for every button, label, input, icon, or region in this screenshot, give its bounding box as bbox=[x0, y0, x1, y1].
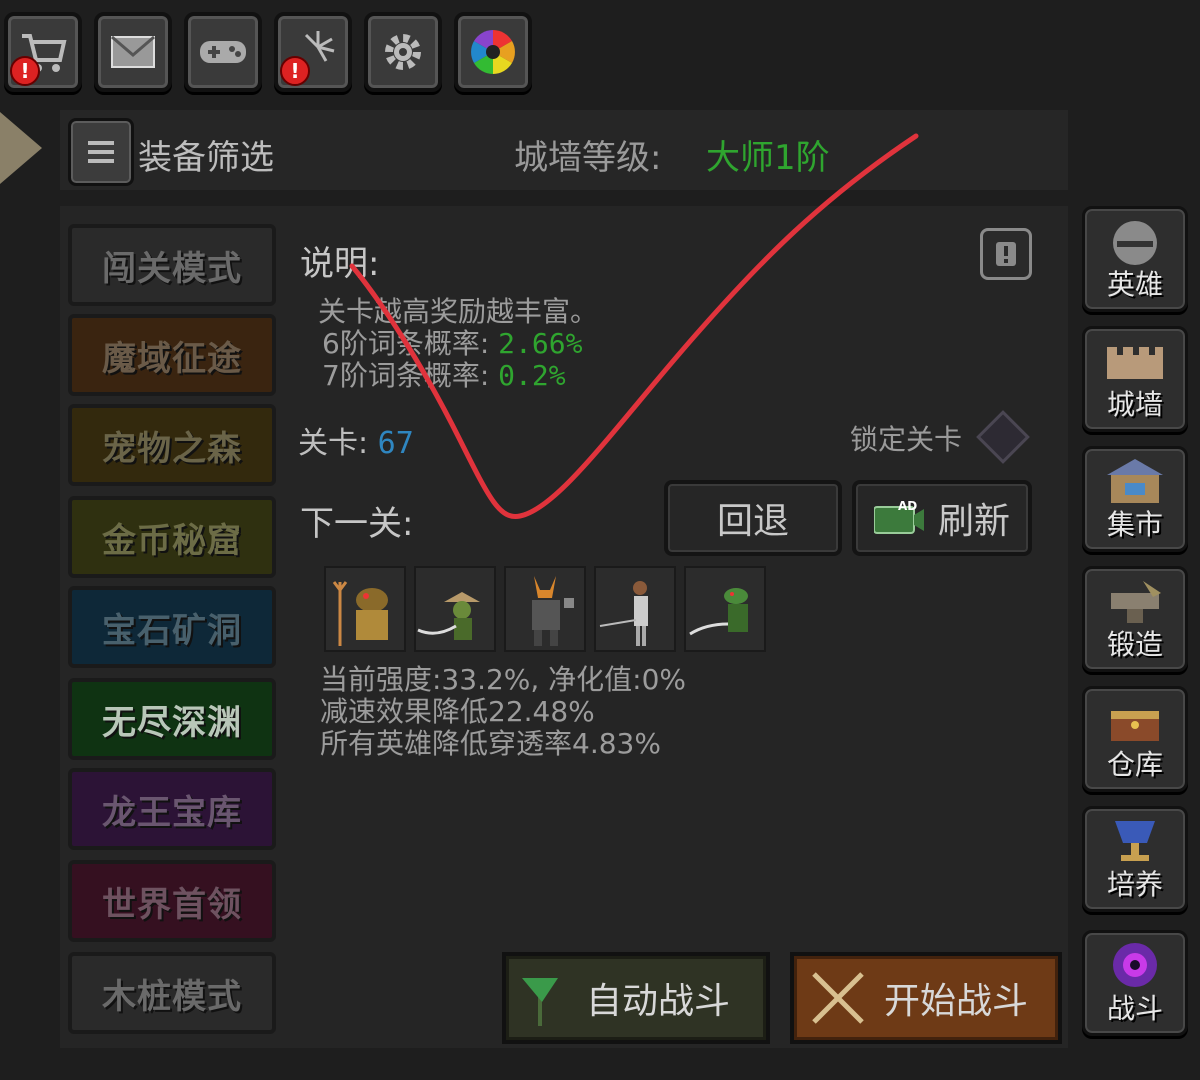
settings-button[interactable] bbox=[364, 12, 442, 92]
level-row: 关卡: 67 bbox=[298, 418, 414, 462]
side-menu-1[interactable]: 英雄 bbox=[1082, 206, 1188, 312]
menu-icon bbox=[88, 141, 114, 163]
description-line-1: 关卡越高奖励越丰富。 bbox=[318, 295, 599, 328]
enemy-portrait-1 bbox=[324, 566, 406, 652]
side-menu-label: 锻造 bbox=[1106, 628, 1163, 661]
mode-button-8[interactable]: 世界首领 bbox=[68, 860, 276, 942]
enemy-portrait-4 bbox=[594, 566, 676, 652]
back-button[interactable]: 回退 bbox=[664, 480, 842, 556]
mode-button-7[interactable]: 龙王宝库 bbox=[68, 768, 276, 850]
frog-warrior-icon bbox=[332, 581, 388, 646]
ad-tag: AD bbox=[897, 499, 918, 513]
mode-button-6[interactable]: 无尽深渊 bbox=[68, 678, 276, 760]
alert-badge: ! bbox=[280, 56, 310, 86]
side-menu-label: 仓库 bbox=[1106, 748, 1163, 781]
mail-icon bbox=[111, 35, 155, 68]
side-menu-3[interactable]: 集市 bbox=[1082, 446, 1188, 552]
equipment-filter-label[interactable]: 装备筛选 bbox=[138, 130, 274, 179]
refresh-button-label: 刷新 bbox=[937, 501, 1010, 542]
enemy-portrait-3 bbox=[504, 566, 586, 652]
flag-icon bbox=[522, 978, 558, 1026]
shop-button[interactable]: ! bbox=[4, 12, 82, 92]
mode-button-9[interactable]: 木桩模式 bbox=[68, 952, 276, 1034]
stats-line-3: 所有英雄降低穿透率4.83% bbox=[320, 727, 661, 760]
prob-6-value: 2.66% bbox=[498, 327, 583, 360]
side-menu-label: 集市 bbox=[1106, 508, 1163, 541]
ad-video-icon: AD bbox=[872, 499, 924, 535]
side-menu-7[interactable]: 战斗 bbox=[1082, 930, 1188, 1036]
enemy-portrait-2 bbox=[414, 566, 496, 652]
mode-button-1[interactable]: 闯关模式 bbox=[68, 224, 276, 306]
lock-level-label: 锁定关卡 bbox=[850, 423, 963, 456]
level-label: 关卡: bbox=[298, 426, 369, 461]
description-title: 说明: bbox=[300, 244, 380, 284]
side-menu-label: 英雄 bbox=[1106, 268, 1163, 301]
side-menu-label: 培养 bbox=[1106, 868, 1163, 901]
auto-battle-label: 自动战斗 bbox=[586, 981, 731, 1022]
refresh-button[interactable]: AD 刷新 bbox=[852, 480, 1032, 556]
side-menu-2[interactable]: 城墙 bbox=[1082, 326, 1188, 432]
mode-button-5[interactable]: 宝石矿洞 bbox=[68, 586, 276, 668]
color-wheel-button[interactable] bbox=[454, 12, 532, 92]
gear-icon bbox=[385, 34, 421, 70]
crossed-swords-icon bbox=[812, 972, 864, 1024]
stats-line-1: 当前强度:33.2%, 净化值:0% bbox=[320, 663, 687, 696]
side-menu-label: 战斗 bbox=[1106, 992, 1163, 1025]
mode-button-4[interactable]: 金币秘窟 bbox=[68, 496, 276, 578]
side-menu-label: 城墙 bbox=[1106, 388, 1163, 421]
info-button[interactable] bbox=[980, 228, 1032, 280]
rat-spearman-icon bbox=[599, 581, 648, 646]
wall-level-value: 大师1阶 bbox=[706, 138, 830, 178]
fox-knight-icon bbox=[532, 576, 574, 646]
side-menu-6[interactable]: 培养 bbox=[1082, 806, 1188, 912]
info-icon bbox=[996, 242, 1016, 266]
level-value: 67 bbox=[377, 426, 414, 461]
description-line-3: 7阶词条概率: 0.2% bbox=[322, 360, 566, 392]
alert-badge: ! bbox=[10, 56, 40, 86]
color-wheel-icon bbox=[471, 30, 515, 74]
equipment-filter-button[interactable] bbox=[68, 118, 134, 186]
prob-7-label: 7阶词条概率: bbox=[322, 359, 490, 392]
next-level-label: 下一关: bbox=[300, 504, 414, 544]
left-expand-arrow[interactable] bbox=[0, 112, 42, 184]
prob-6-label: 6阶词条概率: bbox=[322, 327, 490, 360]
mode-button-2[interactable]: 魔域征途 bbox=[68, 314, 276, 396]
side-menu-5[interactable]: 仓库 bbox=[1082, 686, 1188, 792]
mode-button-3[interactable]: 宠物之森 bbox=[68, 404, 276, 486]
straw-hat-goblin-icon bbox=[417, 592, 480, 640]
mail-button[interactable] bbox=[94, 12, 172, 92]
gamepad-icon bbox=[200, 41, 246, 63]
description-line-2: 6阶词条概率: 2.66% bbox=[322, 328, 582, 360]
lizard-swordsman-icon bbox=[689, 588, 748, 636]
gamepad-button[interactable] bbox=[184, 12, 262, 92]
enemy-portrait-5 bbox=[684, 566, 766, 652]
prob-7-value: 0.2% bbox=[498, 359, 566, 392]
wall-level-label: 城墙等级: bbox=[514, 138, 662, 178]
fireworks-button[interactable]: ! bbox=[274, 12, 352, 92]
side-menu-4[interactable]: 锻造 bbox=[1082, 566, 1188, 672]
stats-line-2: 减速效果降低22.48% bbox=[320, 695, 595, 728]
start-battle-button[interactable]: 开始战斗 bbox=[790, 952, 1062, 1044]
auto-battle-button[interactable]: 自动战斗 bbox=[502, 952, 770, 1044]
start-battle-label: 开始战斗 bbox=[884, 981, 1029, 1022]
